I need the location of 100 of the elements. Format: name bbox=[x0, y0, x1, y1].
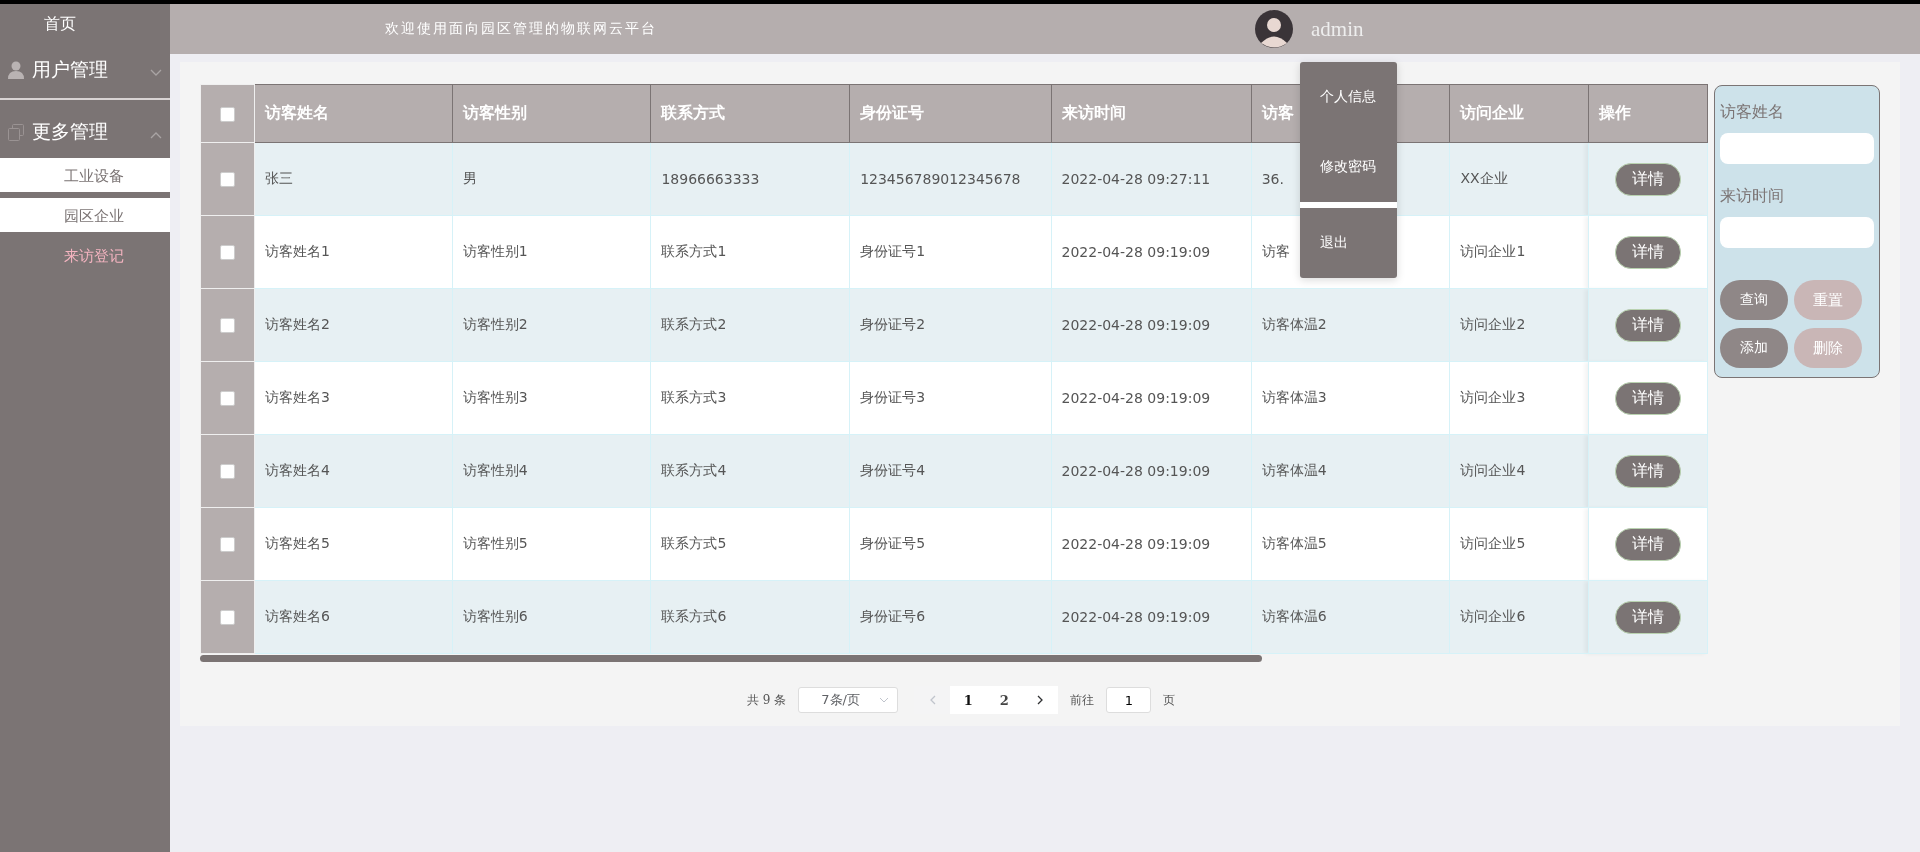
table-cell: 身份证号6 bbox=[849, 580, 1052, 654]
table-cell: 访问企业2 bbox=[1449, 288, 1589, 362]
chevron-right-icon bbox=[1036, 695, 1044, 705]
table-cell: 访客姓名4 bbox=[254, 434, 453, 508]
table-cell: 身份证号5 bbox=[849, 507, 1052, 581]
detail-button[interactable]: 详情 bbox=[1614, 308, 1681, 342]
page-input[interactable]: 1 bbox=[1106, 687, 1152, 713]
table-cell: 访客性别6 bbox=[452, 580, 651, 654]
row-checkbox[interactable] bbox=[219, 172, 235, 188]
table-cell: 访客体温6 bbox=[1251, 580, 1450, 654]
column-header: 操作 bbox=[1588, 84, 1708, 143]
table-cell: 访客姓名3 bbox=[254, 361, 453, 435]
field-label: 来访时间 bbox=[1720, 186, 1785, 207]
table-cell: 身份证号3 bbox=[849, 361, 1052, 435]
row-checkbox[interactable] bbox=[219, 245, 235, 261]
column-header: 访客性别 bbox=[452, 84, 651, 143]
table-cell: 访客体温3 bbox=[1251, 361, 1450, 435]
row-checkbox[interactable] bbox=[219, 610, 235, 626]
table-cell: 2022-04-28 09:19:09 bbox=[1051, 288, 1252, 362]
chevron-icon bbox=[879, 697, 890, 703]
submenu-item[interactable]: 来访登记 bbox=[0, 238, 170, 272]
row-checkbox[interactable] bbox=[219, 318, 235, 334]
detail-button[interactable]: 详情 bbox=[1614, 381, 1681, 415]
column-header: 来访时间 bbox=[1051, 84, 1252, 143]
table-cell: 2022-04-28 09:19:09 bbox=[1051, 361, 1252, 435]
table-cell: 2022-04-28 09:27:11 bbox=[1051, 142, 1252, 216]
chevron-left-icon bbox=[928, 695, 936, 705]
page-suffix: 页 bbox=[1163, 691, 1176, 709]
table-cell: 联系方式2 bbox=[650, 288, 850, 362]
table-cell: 访问企业4 bbox=[1449, 434, 1589, 508]
submenu-item[interactable]: 园区企业 bbox=[0, 198, 170, 232]
table-cell: 访客性别2 bbox=[452, 288, 651, 362]
page-size-select[interactable]: 7条/页 bbox=[798, 687, 899, 713]
table-cell: 联系方式6 bbox=[650, 580, 850, 654]
menu-group[interactable]: 用户管理 bbox=[0, 44, 170, 96]
detail-button[interactable]: 详情 bbox=[1614, 527, 1681, 561]
table-cell: 访客姓名1 bbox=[254, 215, 453, 289]
scrollbar[interactable] bbox=[200, 655, 1262, 662]
chevron-icon bbox=[150, 131, 162, 139]
table-cell: 身份证号2 bbox=[849, 288, 1052, 362]
table-cell: 2022-04-28 09:19:09 bbox=[1051, 215, 1252, 289]
detail-button[interactable]: 详情 bbox=[1614, 454, 1681, 488]
table-cell: 访客性别4 bbox=[452, 434, 651, 508]
table-cell: 访客姓名6 bbox=[254, 580, 453, 654]
table-cell: 访客体温2 bbox=[1251, 288, 1450, 362]
home-link[interactable]: 首页 bbox=[44, 13, 76, 35]
table-cell: 联系方式4 bbox=[650, 434, 850, 508]
page-button[interactable]: 1 bbox=[950, 686, 987, 714]
table-cell: 访问企业6 bbox=[1449, 580, 1589, 654]
goto-label: 前往 bbox=[1070, 691, 1095, 709]
column-header: 联系方式 bbox=[650, 84, 850, 143]
table-cell: 访客性别5 bbox=[452, 507, 651, 581]
table-cell: 联系方式1 bbox=[650, 215, 850, 289]
detail-button[interactable]: 详情 bbox=[1614, 600, 1681, 634]
table-cell: 2022-04-28 09:19:09 bbox=[1051, 434, 1252, 508]
submenu-item[interactable]: 工业设备 bbox=[0, 158, 170, 192]
table-cell: XX企业 bbox=[1449, 142, 1589, 216]
column-header: 访客姓名 bbox=[254, 84, 453, 143]
table-cell: 访问企业1 bbox=[1449, 215, 1589, 289]
table-cell: 访客姓名2 bbox=[254, 288, 453, 362]
input-field[interactable] bbox=[1720, 217, 1874, 248]
menu-group-label: 更多管理 bbox=[32, 119, 109, 144]
row-checkbox[interactable] bbox=[219, 464, 235, 480]
menu-group[interactable]: 更多管理 bbox=[0, 106, 170, 158]
table-cell: 18966663333 bbox=[650, 142, 850, 216]
menu-group-label: 用户管理 bbox=[32, 57, 109, 82]
page-title: 欢迎使用面向园区管理的物联网云平台 bbox=[385, 20, 658, 38]
input-field[interactable] bbox=[1720, 133, 1874, 164]
table-cell: 张三 bbox=[254, 142, 453, 216]
filter-button[interactable]: 查询 bbox=[1720, 280, 1788, 320]
select-all-checkbox[interactable] bbox=[219, 107, 235, 122]
table-cell: 访客体温5 bbox=[1251, 507, 1450, 581]
next-page-button[interactable] bbox=[1022, 686, 1059, 714]
copy-icon bbox=[8, 123, 24, 141]
filter-button[interactable]: 添加 bbox=[1720, 328, 1788, 368]
table-cell: 联系方式3 bbox=[650, 361, 850, 435]
row-checkbox[interactable] bbox=[219, 391, 235, 407]
table-cell: 访客姓名5 bbox=[254, 507, 453, 581]
detail-button[interactable]: 详情 bbox=[1614, 235, 1681, 269]
chevron-icon bbox=[150, 69, 162, 77]
row-checkbox[interactable] bbox=[219, 537, 235, 553]
table-cell: 2022-04-28 09:19:09 bbox=[1051, 507, 1252, 581]
table-cell: 男 bbox=[452, 142, 651, 216]
table-cell: 联系方式5 bbox=[650, 507, 850, 581]
table-cell: 访问企业3 bbox=[1449, 361, 1589, 435]
field-label: 访客姓名 bbox=[1720, 102, 1785, 123]
person-icon bbox=[8, 61, 24, 79]
table-cell: 123456789012345678 bbox=[849, 142, 1052, 216]
table-cell: 访问企业5 bbox=[1449, 507, 1589, 581]
detail-button[interactable]: 详情 bbox=[1614, 162, 1681, 196]
table-cell: 访客性别3 bbox=[452, 361, 651, 435]
column-header: 访问企业 bbox=[1449, 84, 1589, 143]
column-header: 身份证号 bbox=[849, 84, 1052, 143]
table-cell: 访客性别1 bbox=[452, 215, 651, 289]
table-cell: 访客体温4 bbox=[1251, 434, 1450, 508]
page-button[interactable]: 2 bbox=[986, 686, 1023, 714]
table-cell: 2022-04-28 09:19:09 bbox=[1051, 580, 1252, 654]
avatar-icon[interactable] bbox=[1255, 10, 1293, 48]
total-count: 共 9 条 bbox=[747, 691, 787, 709]
table-cell: 身份证号4 bbox=[849, 434, 1052, 508]
